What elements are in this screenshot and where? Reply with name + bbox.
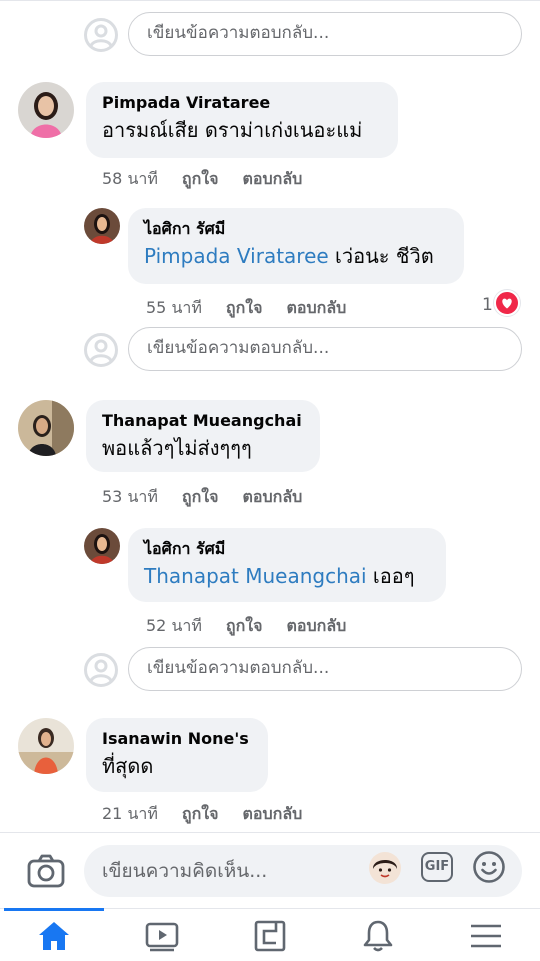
reply-button[interactable]: ตอบกลับ (286, 298, 346, 317)
comment-meta: 58 นาที ถูกใจ ตอบกลับ (102, 167, 326, 192)
comment-time: 55 นาที (146, 298, 202, 317)
home-icon[interactable] (34, 917, 74, 955)
comment-meta: 53 นาที ถูกใจ ตอบกลับ (102, 485, 326, 510)
reply-button[interactable]: ตอบกลับ (242, 487, 302, 506)
reply-button[interactable]: ตอบกลับ (286, 616, 346, 635)
reply-input[interactable]: เขียนข้อความตอบกลับ... (128, 12, 522, 56)
comment-composer: เขียนความคิดเห็น... GIF (0, 832, 540, 909)
like-button[interactable]: ถูกใจ (182, 169, 219, 188)
feeds-icon[interactable] (250, 917, 290, 955)
comment-time: 21 นาที (102, 804, 158, 823)
comment-meta: 55 นาที ถูกใจ ตอบกลับ (146, 296, 370, 321)
reaction-summary[interactable]: 1 (482, 290, 520, 316)
comment-text: พอแล้วๆไม่ส่งๆๆๆ (102, 436, 252, 460)
commenter-name[interactable]: ไอศิกา รัศมี (144, 537, 432, 561)
comment-bubble[interactable]: ไอศิกา รัศมี Thanapat Mueangchai เออๆ (128, 528, 446, 602)
active-tab-indicator (4, 908, 104, 911)
mention-link[interactable]: Thanapat Mueangchai (144, 564, 367, 588)
reply-input-row: เขียนข้อความตอบกลับ... (84, 647, 524, 691)
comment-text: Pimpada Virataree เว่อนะ ชีวิต (144, 244, 434, 268)
reply-button[interactable]: ตอบกลับ (242, 804, 302, 823)
commenter-name[interactable]: Isanawin None's (102, 727, 254, 751)
like-button[interactable]: ถูกใจ (182, 804, 219, 823)
video-icon[interactable] (142, 917, 182, 955)
commenter-name[interactable]: Thanapat Mueangchai (102, 409, 306, 433)
comment-bubble[interactable]: ไอศิกา รัศมี Pimpada Virataree เว่อนะ ชี… (128, 208, 464, 284)
comment-meta: 52 นาที ถูกใจ ตอบกลับ (146, 614, 370, 639)
comment-time: 52 นาที (146, 616, 202, 635)
bell-icon[interactable] (358, 917, 398, 955)
menu-icon[interactable] (466, 917, 506, 955)
reaction-count: 1 (482, 295, 493, 315)
avatar[interactable] (18, 718, 74, 774)
user-avatar-placeholder-icon (84, 333, 118, 367)
comment-bubble[interactable]: Isanawin None's ที่สุดด (86, 718, 268, 792)
camera-icon[interactable] (26, 853, 66, 889)
comment-text: Thanapat Mueangchai เออๆ (144, 564, 415, 588)
avatar-sticker-icon[interactable] (368, 851, 402, 885)
emoji-icon[interactable] (472, 850, 506, 884)
reply-button[interactable]: ตอบกลับ (242, 169, 302, 188)
comment-bubble[interactable]: Thanapat Mueangchai พอแล้วๆไม่ส่งๆๆๆ (86, 400, 320, 472)
like-button[interactable]: ถูกใจ (182, 487, 219, 506)
reply-input[interactable]: เขียนข้อความตอบกลับ... (128, 327, 522, 371)
like-button[interactable]: ถูกใจ (226, 298, 263, 317)
reply-input[interactable]: เขียนข้อความตอบกลับ... (128, 647, 522, 691)
commenter-name[interactable]: ไอศิกา รัศมี (144, 217, 450, 241)
top-divider (0, 0, 540, 1)
gif-button[interactable]: GIF (421, 852, 453, 882)
avatar[interactable] (84, 208, 120, 244)
user-avatar-placeholder-icon (84, 18, 118, 52)
avatar[interactable] (18, 82, 74, 138)
commenter-name[interactable]: Pimpada Virataree (102, 91, 384, 115)
user-avatar-placeholder-icon (84, 653, 118, 687)
like-button[interactable]: ถูกใจ (226, 616, 263, 635)
comment-input[interactable]: เขียนความคิดเห็น... (84, 845, 522, 897)
mention-link[interactable]: Pimpada Virataree (144, 244, 329, 268)
comment-time: 58 นาที (102, 169, 158, 188)
reply-input-row: เขียนข้อความตอบกลับ... (84, 327, 524, 371)
comment-bubble[interactable]: Pimpada Virataree อารมณ์เสีย ดราม่าเก่งเ… (86, 82, 398, 158)
comment-time: 53 นาที (102, 487, 158, 506)
avatar[interactable] (18, 400, 74, 456)
avatar[interactable] (84, 528, 120, 564)
reply-input-row: เขียนข้อความตอบกลับ... (84, 12, 524, 56)
bottom-tab-bar (0, 908, 540, 961)
comment-text: ที่สุดด (102, 754, 154, 778)
comment-meta: 21 นาที ถูกใจ ตอบกลับ (102, 802, 326, 827)
comment-text: อารมณ์เสีย ดราม่าเก่งเนอะแม่ (102, 118, 363, 142)
heart-reaction-icon (493, 290, 520, 316)
